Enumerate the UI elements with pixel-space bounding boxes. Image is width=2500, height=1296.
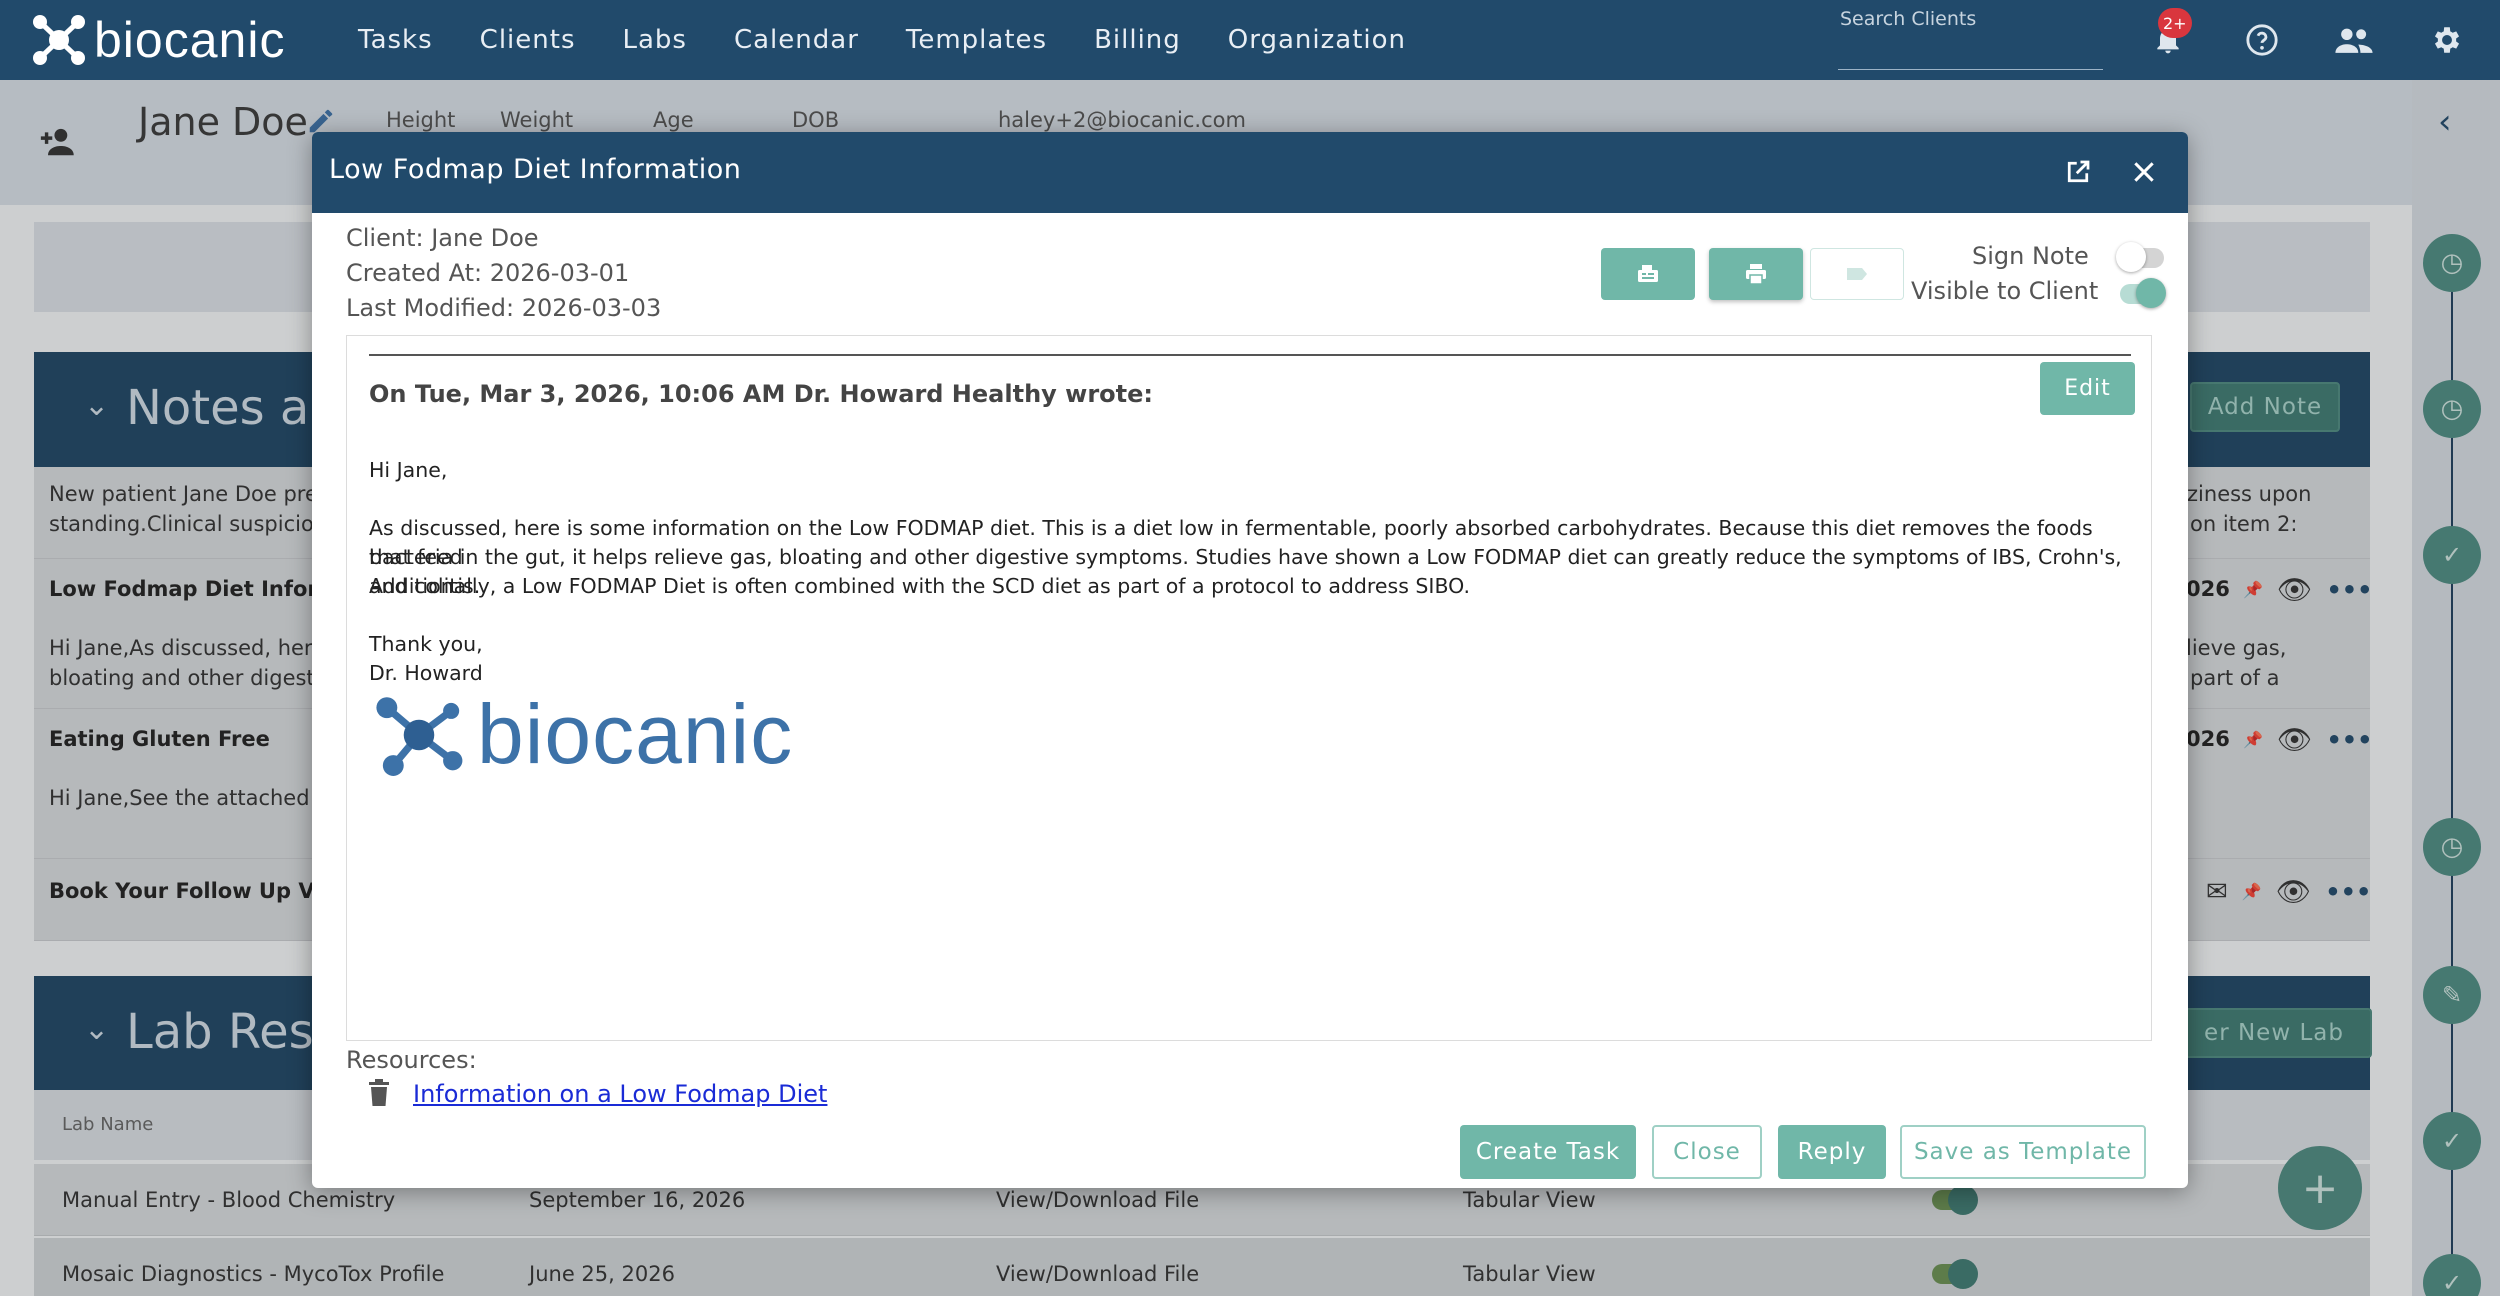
- note-created-at: Created At: 2026-03-01: [346, 259, 630, 287]
- molecule-logo-icon: [376, 696, 463, 776]
- close-icon: [2134, 162, 2154, 182]
- app-logo[interactable]: biocanic: [30, 10, 285, 70]
- settings-button[interactable]: [2427, 20, 2467, 60]
- top-navbar: biocanic Tasks Clients Labs Calendar Tem…: [0, 0, 2500, 80]
- nav-organization[interactable]: Organization: [1228, 25, 1406, 55]
- search-input[interactable]: [1838, 34, 2098, 66]
- people-icon: [2335, 28, 2373, 53]
- modal-title: Low Fodmap Diet Information: [329, 154, 742, 185]
- nav-clients[interactable]: Clients: [480, 25, 576, 55]
- close-button[interactable]: Close: [1652, 1125, 1762, 1179]
- reply-header: On Tue, Mar 3, 2026, 10:06 AM Dr. Howard…: [369, 380, 1153, 408]
- modal-header: Low Fodmap Diet Information: [312, 132, 2188, 213]
- open-external-button[interactable]: [2058, 152, 2098, 192]
- resources-label: Resources:: [346, 1046, 477, 1074]
- signature-logo-text: biocanic: [477, 687, 794, 781]
- signer-name: Dr. Howard: [369, 661, 483, 685]
- nav-billing[interactable]: Billing: [1094, 25, 1181, 55]
- fax-button[interactable]: [1601, 248, 1695, 300]
- molecule-logo-icon: [33, 15, 85, 65]
- note-content: On Tue, Mar 3, 2026, 10:06 AM Dr. Howard…: [346, 335, 2152, 1041]
- note-last-modified: Last Modified: 2026-03-03: [346, 294, 662, 322]
- search-clients: Search Clients: [1838, 6, 2103, 70]
- help-icon: [2246, 24, 2278, 56]
- note-modal: Low Fodmap Diet Information Client: Jane…: [312, 132, 2188, 1188]
- notification-badge: 2+: [2158, 8, 2192, 38]
- gear-icon: [2434, 27, 2460, 53]
- toggle-knob: [2136, 278, 2166, 308]
- visible-to-client-toggle[interactable]: [2120, 278, 2166, 308]
- delete-resource-button[interactable]: [368, 1079, 390, 1111]
- create-task-button[interactable]: Create Task: [1460, 1125, 1636, 1179]
- quote-divider: [369, 354, 2131, 356]
- search-label: Search Clients: [1840, 8, 1977, 30]
- nav-calendar[interactable]: Calendar: [734, 25, 859, 55]
- logo-text: biocanic: [94, 12, 286, 68]
- open-in-new-icon: [2067, 160, 2090, 183]
- print-button[interactable]: [1709, 248, 1803, 300]
- sign-note-toggle[interactable]: [2116, 242, 2164, 272]
- help-button[interactable]: [2242, 20, 2282, 60]
- note-client: Client: Jane Doe: [346, 224, 539, 252]
- toggle-knob: [2116, 242, 2146, 272]
- nav-tasks[interactable]: Tasks: [358, 25, 433, 55]
- sign-note-label: Sign Note: [1972, 242, 2089, 270]
- greeting: Hi Jane,: [369, 458, 448, 482]
- reply-button[interactable]: Reply: [1778, 1125, 1886, 1179]
- team-button[interactable]: [2334, 20, 2374, 60]
- visible-to-client-label: Visible to Client: [1911, 277, 2099, 305]
- tag-button[interactable]: [1810, 248, 1904, 300]
- sign-off: Thank you,: [369, 632, 483, 656]
- trash-icon: [369, 1079, 389, 1106]
- tag-icon: [1847, 268, 1867, 280]
- print-icon: [1746, 264, 1766, 285]
- nav-labs[interactable]: Labs: [623, 25, 687, 55]
- edit-button[interactable]: Edit: [2040, 362, 2135, 415]
- close-modal-button[interactable]: [2124, 152, 2164, 192]
- signature-logo: biocanic: [369, 686, 793, 783]
- body-line-3: Additionally, a Low FODMAP Diet is often…: [369, 574, 1470, 598]
- resource-link[interactable]: Information on a Low Fodmap Diet: [413, 1080, 827, 1108]
- save-as-template-button[interactable]: Save as Template: [1900, 1125, 2146, 1179]
- fax-icon: [1638, 265, 1658, 282]
- nav-templates[interactable]: Templates: [906, 25, 1047, 55]
- main-nav: Tasks Clients Labs Calendar Templates Bi…: [358, 0, 1453, 80]
